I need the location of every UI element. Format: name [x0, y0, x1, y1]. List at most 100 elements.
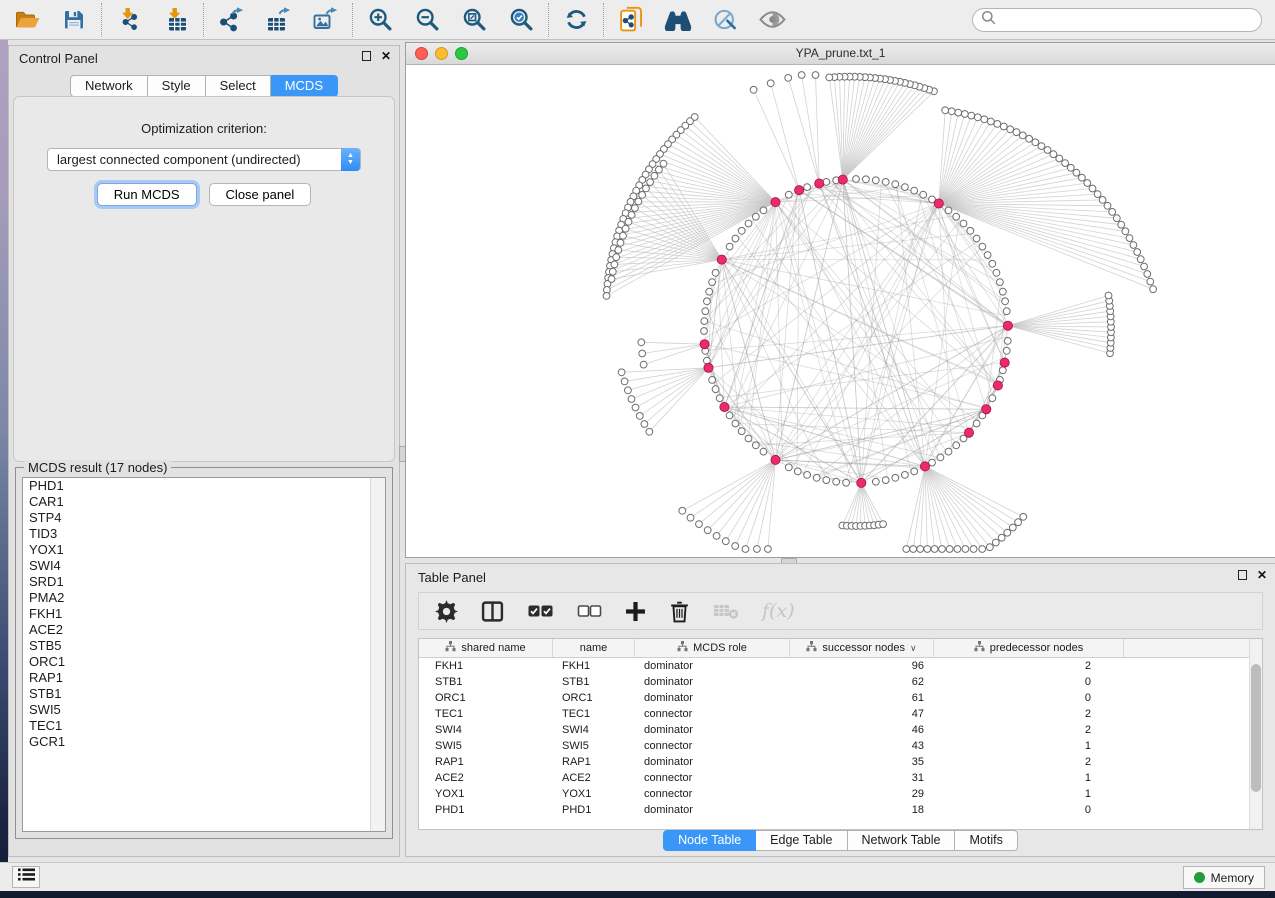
cell-name: ACE2	[553, 770, 635, 786]
memory-button[interactable]: Memory	[1183, 866, 1265, 889]
cell-predecessor_nodes: 0	[934, 674, 1124, 690]
cell-predecessor_nodes: 2	[934, 754, 1124, 770]
tab-node-table[interactable]: Node Table	[663, 830, 756, 851]
mcds-result-item[interactable]: SWI5	[23, 702, 385, 718]
column-header-name[interactable]: name	[553, 639, 635, 657]
network-window-titlebar[interactable]: YPA_prune.txt_1	[406, 43, 1275, 65]
tab-network-table[interactable]: Network Table	[848, 830, 956, 851]
table-row[interactable]: SWI4SWI4dominator462	[419, 722, 1262, 738]
table-row[interactable]: PHD1PHD1dominator180	[419, 802, 1262, 818]
network-graph-svg	[406, 65, 1274, 557]
table-row[interactable]: SWI5SWI5connector431	[419, 738, 1262, 754]
mcds-result-item[interactable]: STB1	[23, 686, 385, 702]
cell-mcds_role: dominator	[635, 674, 790, 690]
task-history-button[interactable]	[12, 866, 40, 888]
zoom-fit-icon[interactable]	[460, 6, 488, 34]
select-all-icon[interactable]	[527, 604, 554, 618]
delete-column-icon[interactable]	[669, 600, 690, 623]
task-list-icon	[18, 868, 35, 886]
table-row[interactable]: ORC1ORC1dominator610	[419, 690, 1262, 706]
close-panel-button[interactable]: Close panel	[209, 183, 312, 206]
show-all-icon[interactable]	[758, 6, 786, 34]
window-minimize-icon[interactable]	[435, 47, 448, 60]
cell-mcds_role: dominator	[635, 754, 790, 770]
table-row[interactable]: RAP1RAP1dominator352	[419, 754, 1262, 770]
table-body: FKH1FKH1dominator962STB1STB1dominator620…	[419, 658, 1262, 818]
node-table: shared namenameMCDS rolesuccessor nodes∨…	[418, 638, 1263, 830]
mcds-list-scrollbar[interactable]	[370, 478, 385, 831]
clear-selection-icon[interactable]	[577, 605, 602, 618]
column-header-successor-nodes[interactable]: successor nodes∨	[790, 639, 934, 657]
mcds-result-item[interactable]: PMA2	[23, 590, 385, 606]
save-session-icon[interactable]	[60, 6, 88, 34]
mcds-result-item[interactable]: SRD1	[23, 574, 385, 590]
mcds-result-item[interactable]: TID3	[23, 526, 385, 542]
zoom-out-icon[interactable]	[413, 6, 441, 34]
search-input[interactable]	[996, 13, 1253, 27]
mcds-result-item[interactable]: PHD1	[23, 478, 385, 494]
hide-selected-icon[interactable]	[711, 6, 739, 34]
tab-style[interactable]: Style	[148, 75, 206, 97]
tab-motifs[interactable]: Motifs	[955, 830, 1017, 851]
close-panel-icon[interactable]: ✕	[381, 51, 391, 61]
main-toolbar	[0, 0, 1275, 40]
binoculars-icon[interactable]	[664, 6, 692, 34]
export-table-icon[interactable]	[264, 6, 292, 34]
mcds-result-item[interactable]: STP4	[23, 510, 385, 526]
mcds-result-item[interactable]: STB5	[23, 638, 385, 654]
cell-shared_name: RAP1	[419, 754, 553, 770]
network-graph-canvas[interactable]	[406, 65, 1275, 557]
table-mode-icon[interactable]	[435, 600, 458, 623]
mcds-result-list: PHD1CAR1STP4TID3YOX1SWI4SRD1PMA2FKH1ACE2…	[22, 477, 386, 832]
cell-predecessor_nodes: 0	[934, 690, 1124, 706]
mcds-result-item[interactable]: ACE2	[23, 622, 385, 638]
zoom-in-icon[interactable]	[366, 6, 394, 34]
table-row[interactable]: FKH1FKH1dominator962	[419, 658, 1262, 674]
open-file-icon[interactable]	[13, 6, 41, 34]
column-header-MCDS-role[interactable]: MCDS role	[635, 639, 790, 657]
table-row[interactable]: TEC1TEC1connector472	[419, 706, 1262, 722]
tab-select[interactable]: Select	[206, 75, 271, 97]
table-scrollbar-thumb[interactable]	[1251, 664, 1261, 792]
mcds-result-item[interactable]: SWI4	[23, 558, 385, 574]
cell-successor_nodes: 29	[790, 786, 934, 802]
table-row[interactable]: STB1STB1dominator620	[419, 674, 1262, 690]
import-network-icon[interactable]	[115, 6, 143, 34]
column-header-shared-name[interactable]: shared name	[419, 639, 553, 657]
table-row[interactable]: ACE2ACE2connector311	[419, 770, 1262, 786]
optimization-criterion-select[interactable]: largest connected component (undirected)…	[47, 148, 361, 171]
mcds-result-item[interactable]: YOX1	[23, 542, 385, 558]
float-panel-icon[interactable]	[362, 51, 371, 61]
create-column-icon[interactable]	[625, 601, 646, 622]
mcds-result-item[interactable]: TEC1	[23, 718, 385, 734]
clone-network-icon[interactable]	[617, 6, 645, 34]
cell-shared_name: SWI5	[419, 738, 553, 754]
close-table-panel-icon[interactable]: ✕	[1257, 570, 1267, 580]
tab-network[interactable]: Network	[70, 75, 148, 97]
cell-predecessor_nodes: 2	[934, 706, 1124, 722]
table-row[interactable]: YOX1YOX1connector291	[419, 786, 1262, 802]
export-network-icon[interactable]	[217, 6, 245, 34]
window-maximize-icon[interactable]	[455, 47, 468, 60]
mcds-result-item[interactable]: GCR1	[23, 734, 385, 750]
mcds-result-item[interactable]: ORC1	[23, 654, 385, 670]
mcds-result-item[interactable]: RAP1	[23, 670, 385, 686]
cell-name: TEC1	[553, 706, 635, 722]
refresh-icon[interactable]	[562, 6, 590, 34]
mcds-result-item[interactable]: FKH1	[23, 606, 385, 622]
tab-mcds[interactable]: MCDS	[271, 75, 338, 97]
window-close-icon[interactable]	[415, 47, 428, 60]
import-table-icon[interactable]	[162, 6, 190, 34]
table-header-row: shared namenameMCDS rolesuccessor nodes∨…	[419, 639, 1262, 658]
show-columns-icon[interactable]	[481, 600, 504, 623]
mcds-result-item[interactable]: CAR1	[23, 494, 385, 510]
run-mcds-button[interactable]: Run MCDS	[97, 183, 197, 206]
column-header-predecessor-nodes[interactable]: predecessor nodes	[934, 639, 1124, 657]
export-image-icon[interactable]	[311, 6, 339, 34]
tab-edge-table[interactable]: Edge Table	[756, 830, 847, 851]
zoom-selected-icon[interactable]	[507, 6, 535, 34]
table-scrollbar[interactable]	[1249, 639, 1262, 829]
cell-shared_name: STB1	[419, 674, 553, 690]
float-table-panel-icon[interactable]	[1238, 570, 1247, 580]
delete-table-icon	[713, 603, 739, 619]
